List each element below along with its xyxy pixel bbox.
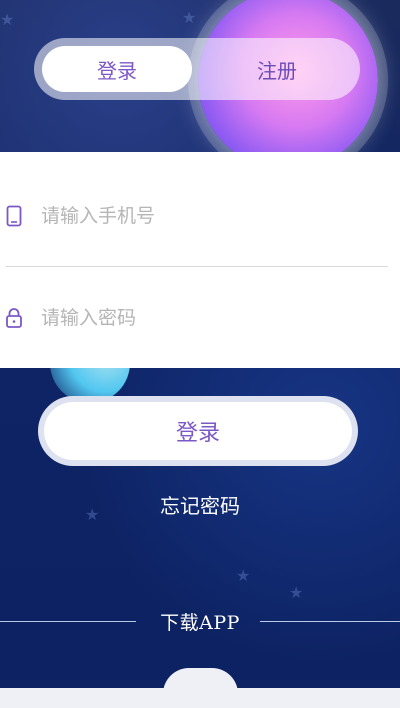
tab-login[interactable]: 登录: [42, 46, 192, 92]
star-icon: ★: [0, 10, 15, 29]
divider-line: [260, 621, 400, 622]
password-row: [0, 268, 400, 368]
star-icon: ★: [182, 8, 197, 27]
phone-icon: [3, 205, 25, 227]
forgot-password-link[interactable]: 忘记密码: [0, 490, 400, 519]
password-input[interactable]: [41, 307, 361, 329]
star-icon: ★: [289, 583, 304, 602]
download-app-link[interactable]: 下载APP: [160, 608, 240, 635]
divider-line: [0, 621, 136, 622]
login-form: [0, 152, 400, 368]
download-app-section: 下载APP: [0, 606, 400, 636]
field-divider: [6, 266, 388, 267]
phone-row: [0, 166, 400, 266]
phone-input[interactable]: [41, 205, 361, 227]
lock-icon: [3, 307, 25, 329]
login-button[interactable]: 登录: [38, 396, 358, 466]
tab-register[interactable]: 注册: [202, 46, 352, 92]
auth-tabs: 登录 注册: [34, 38, 360, 100]
bottom-bar: [0, 688, 400, 708]
star-icon: ★: [236, 566, 251, 585]
